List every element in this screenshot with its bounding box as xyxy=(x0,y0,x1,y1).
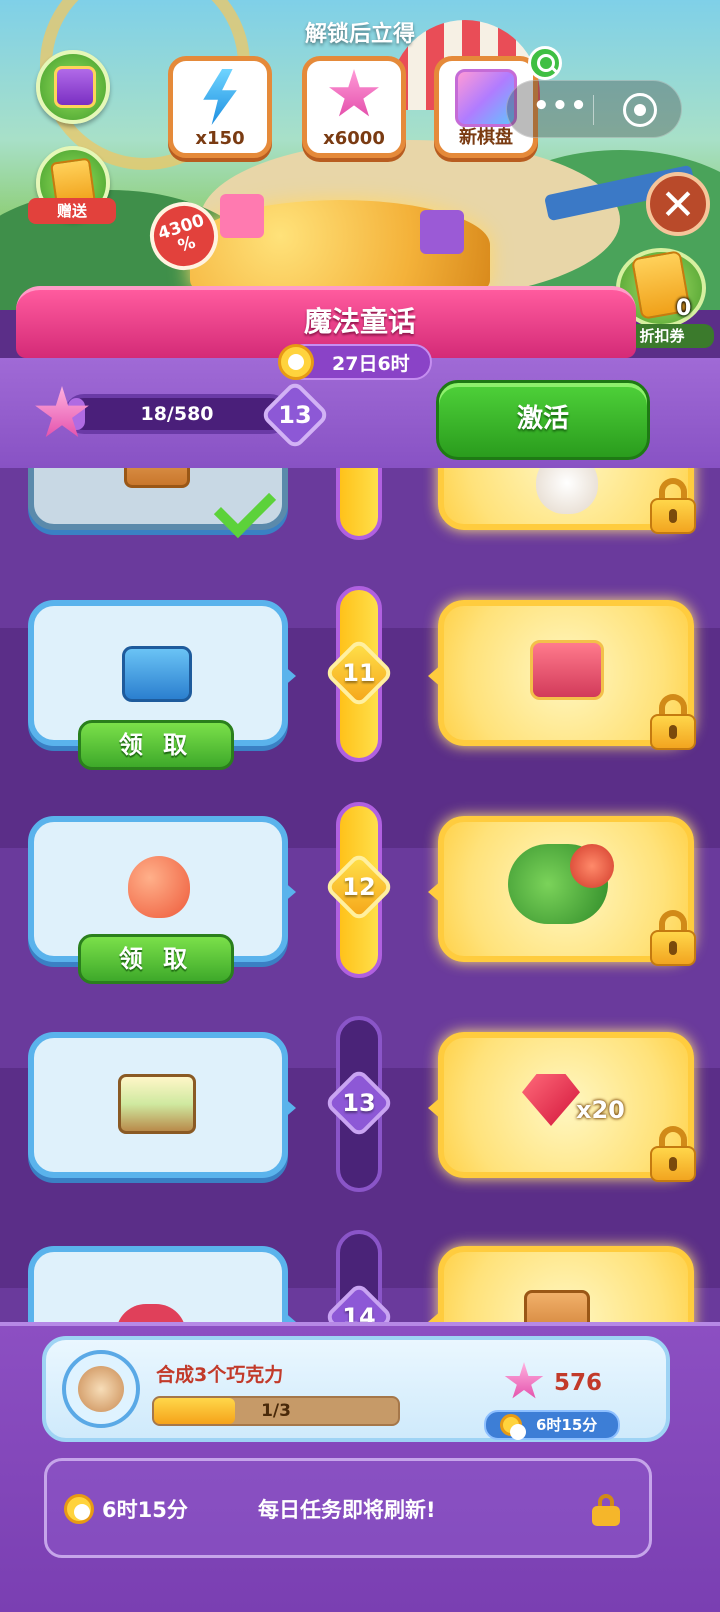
dice-box-icon xyxy=(124,468,190,488)
purple-chest-icon xyxy=(54,66,96,108)
reward-lightning-qty: x150 xyxy=(195,128,245,149)
premium-reward-card[interactable] xyxy=(438,468,696,534)
free-reward-card[interactable] xyxy=(28,1032,296,1178)
daily-refresh-message: 每日任务即将刷新! xyxy=(258,1498,436,1522)
claim-button[interactable]: 领 取 xyxy=(78,934,234,984)
pink-star-icon xyxy=(329,69,379,117)
level-node: 11 xyxy=(323,637,395,709)
alarm-clock-icon xyxy=(500,1414,526,1440)
lightning-icon xyxy=(203,69,237,125)
activate-button[interactable]: 激活 xyxy=(436,380,650,460)
task-progress-text: 1/3 xyxy=(261,1401,291,1421)
more-options-icon[interactable]: ••• xyxy=(533,91,589,121)
ruby-icon xyxy=(522,1074,580,1126)
zoom-icon[interactable] xyxy=(528,46,562,80)
peach-icon xyxy=(128,856,190,918)
vegetables-icon xyxy=(508,844,614,924)
event-timer-text: 27日6时 xyxy=(332,352,410,375)
reward-lightning[interactable]: x150 xyxy=(168,56,272,158)
unlock-rewards-title: 解锁后立得 xyxy=(304,22,415,47)
claim-button[interactable]: 领 取 xyxy=(78,720,234,770)
reward-star-qty: x6000 xyxy=(323,128,385,149)
close-button[interactable]: ✕ xyxy=(646,172,710,236)
task-timer-text: 6时15分 xyxy=(536,1416,598,1434)
level-track-segment xyxy=(336,468,382,540)
level-node: 13 xyxy=(323,1067,395,1139)
current-level: 13 xyxy=(278,401,312,429)
red-chest-icon xyxy=(530,640,604,700)
flower-cake-icon xyxy=(118,1074,196,1134)
lock-icon xyxy=(648,478,698,534)
lock-icon xyxy=(592,1494,620,1526)
blue-chest-icon xyxy=(122,646,192,702)
chocolate-character-icon xyxy=(62,1350,140,1428)
task-progress-bar: 1/3 xyxy=(152,1396,400,1426)
lock-icon xyxy=(648,1126,698,1182)
event-title: 魔法童话 xyxy=(303,305,416,338)
star-progress-bar: 18/580 xyxy=(64,394,290,434)
event-timer: 27日6时 xyxy=(278,344,432,380)
lock-icon xyxy=(648,910,698,966)
alarm-clock-icon xyxy=(64,1494,94,1524)
mini-program-capsule: ••• xyxy=(506,80,682,138)
capsule-divider xyxy=(593,95,594,125)
gift-label: 赠送 xyxy=(28,198,116,224)
task-timer: 6时15分 xyxy=(484,1410,620,1440)
treasure-chest-badge[interactable] xyxy=(36,50,110,124)
premium-reward-card[interactable] xyxy=(428,600,696,750)
level-number: 11 xyxy=(342,659,376,687)
premium-reward-card[interactable]: x20 xyxy=(428,1032,696,1182)
cookie-bowl-icon xyxy=(536,468,598,514)
level-number: 12 xyxy=(342,873,376,901)
alarm-clock-icon xyxy=(278,344,314,380)
level-number: 13 xyxy=(342,1089,376,1117)
task-reward-amount: 576 xyxy=(554,1370,603,1396)
ruby-quantity: x20 xyxy=(576,1096,625,1124)
lock-icon xyxy=(648,694,698,750)
task-title: 合成3个巧克力 xyxy=(156,1364,284,1386)
star-progress-text: 18/580 xyxy=(140,403,214,425)
premium-reward-card[interactable] xyxy=(428,816,696,966)
reward-star[interactable]: x6000 xyxy=(302,56,406,158)
daily-refresh-timer: 6时15分 xyxy=(102,1498,188,1522)
exit-mini-program-icon[interactable] xyxy=(623,93,657,127)
treasure-pile-image xyxy=(190,194,490,290)
reward-track-list[interactable]: 领 取 11 领 取 12 13 x20 14 xyxy=(0,468,720,1358)
level-node: 12 xyxy=(323,851,395,923)
